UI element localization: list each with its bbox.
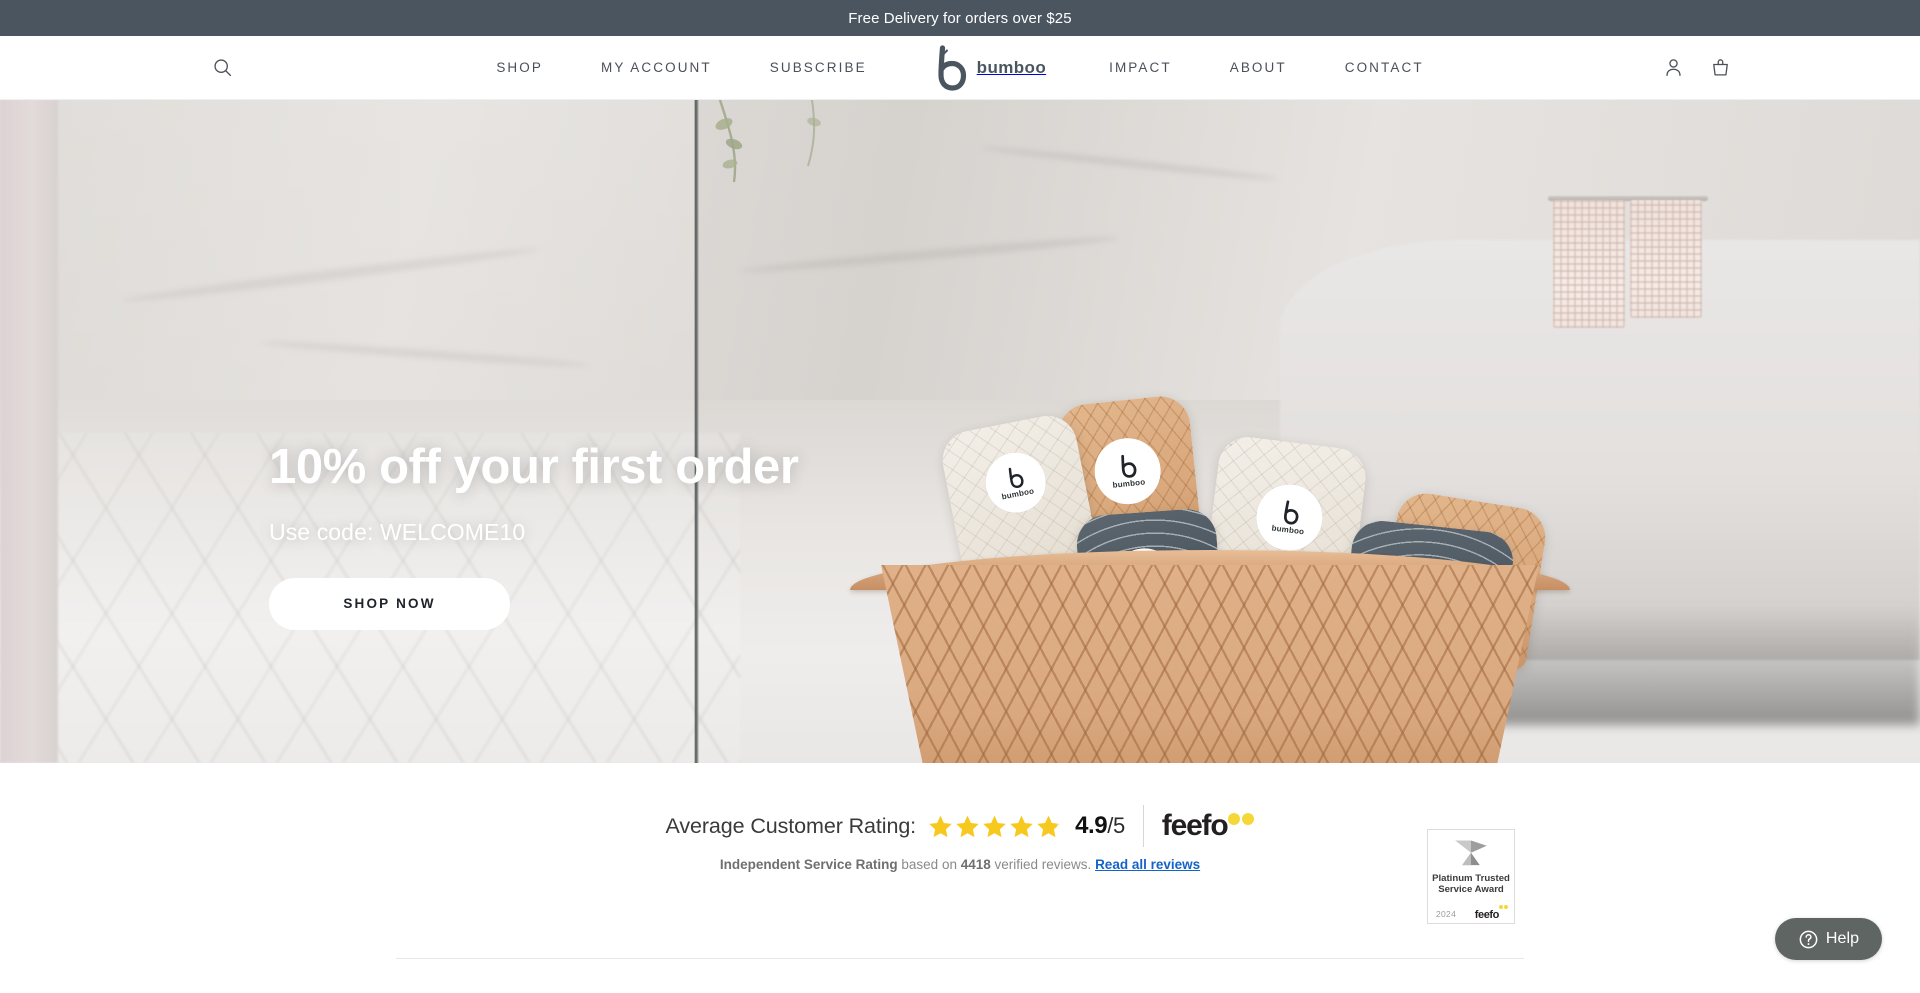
bumboo-b-logo-icon (1121, 454, 1137, 478)
hero-banner: bumboo bumboo bumboo 10% off your first … (0, 100, 1920, 763)
user-account-icon (1666, 59, 1681, 77)
award-title: Platinum Trusted Service Award (1432, 873, 1510, 896)
hero-copy-block: 10% off your first order Use code: WELCO… (269, 440, 799, 630)
search-button[interactable] (205, 51, 239, 85)
rating-detail-strong: Independent Service Rating (719, 857, 898, 872)
rating-content: Average Customer Rating: 4.9/5 feefo Ind… (0, 805, 1920, 872)
rating-detail-tail: verified reviews. (990, 857, 1096, 872)
star-icon (929, 815, 952, 837)
plant-sprig-icon (715, 100, 821, 183)
pink-wall-strip (0, 100, 58, 763)
star-icon (983, 815, 1006, 837)
bumboo-b-logo-icon (938, 44, 966, 91)
announcement-bar: Free Delivery for orders over $25 (0, 0, 1920, 36)
header-right-group (1660, 51, 1920, 85)
nav-item-about[interactable]: ABOUT (1201, 60, 1316, 75)
header-left-group (0, 51, 260, 85)
roll-badge-word: bumboo (1000, 486, 1035, 502)
bumboo-b-logo-icon (1008, 467, 1024, 489)
bumboo-b-logo-icon (1284, 500, 1299, 525)
primary-navigation: SHOP MY ACCOUNT SUBSCRIBE bumboo IMPACT … (260, 44, 1660, 91)
rating-score-value: 4.9 (1075, 812, 1108, 839)
vertical-divider (1142, 805, 1144, 847)
nav-item-impact[interactable]: IMPACT (1080, 60, 1201, 75)
star-icon (1037, 815, 1060, 837)
rating-score-denominator: /5 (1107, 813, 1125, 838)
rating-label: Average Customer Rating: (665, 813, 917, 838)
star-rating (928, 814, 1061, 839)
rating-score: 4.9/5 (1075, 812, 1125, 840)
roll-logo-badge: bumboo (980, 447, 1051, 518)
nav-item-shop[interactable]: SHOP (467, 60, 572, 75)
nav-item-my-account[interactable]: MY ACCOUNT (572, 60, 741, 75)
roll-badge-word: bumboo (1271, 523, 1305, 537)
hero-subheading: Use code: WELCOME10 (269, 518, 526, 545)
announcement-text: Free Delivery for orders over $25 (848, 9, 1072, 27)
site-logo[interactable]: bumboo (896, 44, 1080, 91)
roll-logo-badge: bumboo (1091, 434, 1164, 508)
award-footer: 2024 feefo (1428, 899, 1514, 923)
rating-detail-row: Independent Service Rating based on 4418… (720, 857, 1200, 872)
feefo-dots-icon (1228, 813, 1255, 825)
help-label: Help (1825, 930, 1860, 947)
shop-now-button[interactable]: SHOP NOW (269, 577, 510, 630)
star-icon (1010, 815, 1033, 837)
site-header: SHOP MY ACCOUNT SUBSCRIBE bumboo IMPACT … (0, 36, 1920, 100)
rating-detail-mid: based on (897, 857, 961, 872)
award-year: 2024 (1436, 909, 1457, 919)
product-basket-group: bumboo bumboo bumboo (848, 393, 1588, 763)
help-widget-button[interactable]: Help (1775, 918, 1882, 960)
section-divider (396, 958, 1524, 959)
trophy-mark-icon (1455, 840, 1487, 866)
nav-item-contact[interactable]: CONTACT (1316, 60, 1453, 75)
star-icon (956, 815, 979, 837)
glass-shower-panel (0, 100, 694, 763)
hanging-towel (1553, 200, 1625, 328)
feefo-award-badge[interactable]: Platinum Trusted Service Award 2024 feef… (1427, 829, 1515, 924)
feefo-logo: feefo (1162, 811, 1255, 841)
award-feefo-wordmark: feefo (1474, 909, 1500, 921)
cart-button[interactable] (1707, 51, 1734, 85)
question-mark-circle-icon (1799, 930, 1818, 948)
award-title-line2: Service Award (1438, 884, 1504, 896)
hanging-towel (1630, 200, 1702, 318)
rating-primary-row: Average Customer Rating: 4.9/5 feefo (666, 805, 1255, 847)
glass-door-edge (694, 100, 699, 763)
hero-heading: 10% off your first order (269, 440, 799, 494)
feefo-wordmark: feefo (1161, 809, 1229, 842)
rating-review-count: 4418 (960, 857, 991, 872)
roll-badge-word: bumboo (1112, 477, 1146, 490)
roll-logo-badge: bumboo (1252, 480, 1327, 555)
nav-item-subscribe[interactable]: SUBSCRIBE (741, 60, 896, 75)
account-button[interactable] (1660, 51, 1687, 85)
logo-wordmark: bumboo (976, 57, 1047, 77)
woven-basket (881, 565, 1539, 763)
search-icon (213, 59, 231, 77)
award-title-line1: Platinum Trusted (1432, 872, 1510, 884)
read-all-reviews-link[interactable]: Read all reviews (1095, 857, 1200, 872)
shopping-bag-icon (1713, 59, 1728, 76)
feefo-dots-icon (1499, 905, 1508, 909)
award-feefo-logo: feefo (1475, 905, 1508, 923)
